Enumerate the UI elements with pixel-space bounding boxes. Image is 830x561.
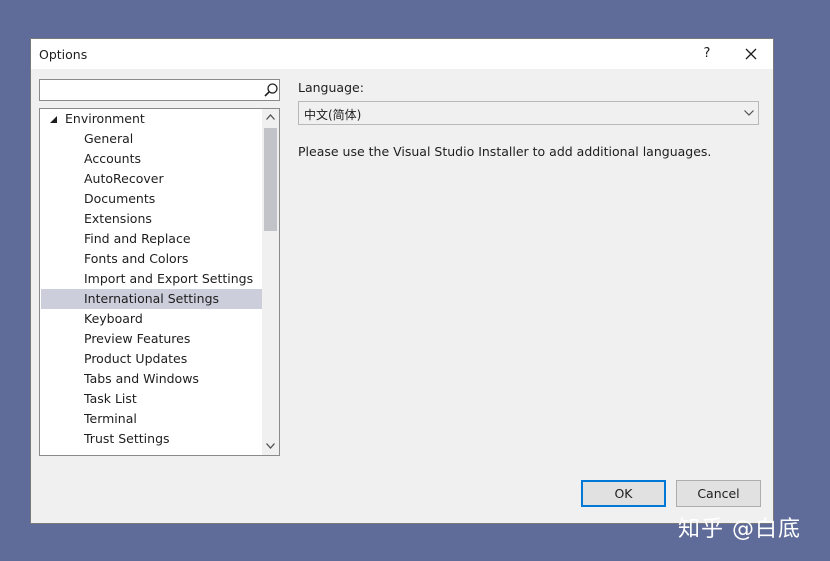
tree-item[interactable]: Terminal (41, 409, 262, 429)
tree-item[interactable]: Keyboard (41, 309, 262, 329)
cancel-button[interactable]: Cancel (676, 480, 761, 507)
tree-item-label: Product Updates (84, 351, 188, 366)
chevron-down-icon (266, 443, 275, 449)
tree-item[interactable]: Extensions (41, 209, 262, 229)
language-dropdown[interactable]: 中文(简体) (298, 101, 759, 125)
language-info-text: Please use the Visual Studio Installer t… (298, 144, 712, 159)
tree-item-label: Find and Replace (84, 231, 191, 246)
options-dialog: Options ? Environment General Accounts Aut… (30, 38, 774, 524)
tree-scrollbar[interactable] (262, 109, 279, 455)
ok-button[interactable]: OK (581, 480, 666, 507)
tree-item-label: Trust Settings (84, 431, 170, 446)
tree-item-label: General (84, 131, 134, 146)
tree-item[interactable]: Import and Export Settings (41, 269, 262, 289)
tree-item[interactable]: Accounts (41, 149, 262, 169)
title-bar[interactable]: Options ? (31, 39, 773, 69)
tree-item-environment[interactable]: Environment (41, 109, 262, 129)
tree-item-label: AutoRecover (84, 171, 164, 186)
tree-item[interactable]: International Settings (41, 289, 262, 309)
scroll-thumb[interactable] (264, 128, 277, 231)
tree-item-label: Terminal (84, 411, 137, 426)
search-box[interactable] (39, 79, 280, 101)
tree-item[interactable]: AutoRecover (41, 169, 262, 189)
close-icon (745, 48, 757, 60)
tree-item-label: Fonts and Colors (84, 251, 189, 266)
close-button[interactable] (737, 44, 765, 64)
tree-item-label: Accounts (84, 151, 141, 166)
scroll-up-button[interactable] (262, 109, 279, 126)
chevron-up-icon (266, 114, 275, 120)
tree-item-label: Task List (84, 391, 137, 406)
tree-item[interactable]: Product Updates (41, 349, 262, 369)
window-title: Options (39, 47, 88, 62)
tree-item-label: Documents (84, 191, 156, 206)
language-label: Language: (298, 80, 364, 95)
tree-item-label: Preview Features (84, 331, 191, 346)
search-icon[interactable] (263, 82, 279, 98)
tree-item[interactable]: Preview Features (41, 329, 262, 349)
tree-item[interactable]: General (41, 129, 262, 149)
tree-item[interactable]: Fonts and Colors (41, 249, 262, 269)
expanded-triangle-icon[interactable] (50, 116, 57, 123)
scroll-down-button[interactable] (262, 438, 279, 455)
tree-item-label: Tabs and Windows (84, 371, 199, 386)
language-selected-value: 中文(简体) (304, 108, 362, 122)
tree-item-label: International Settings (84, 291, 220, 306)
tree-item-label: Import and Export Settings (84, 271, 254, 286)
search-input[interactable] (42, 82, 257, 98)
tree-item-label: Keyboard (84, 311, 143, 326)
chevron-down-icon (744, 110, 754, 116)
watermark: 知乎 @白底 (678, 517, 801, 542)
tree-item[interactable]: Documents (41, 189, 262, 209)
tree-item-label: Environment (65, 111, 145, 126)
tree-item[interactable]: Task List (41, 389, 262, 409)
tree-item[interactable]: Find and Replace (41, 229, 262, 249)
tree-item[interactable]: Tabs and Windows (41, 369, 262, 389)
tree-item[interactable]: Trust Settings (41, 429, 262, 449)
options-tree[interactable]: Environment General Accounts AutoRecover Do… (39, 108, 280, 456)
tree-item-label: Extensions (84, 211, 152, 226)
help-button[interactable]: ? (695, 44, 719, 64)
